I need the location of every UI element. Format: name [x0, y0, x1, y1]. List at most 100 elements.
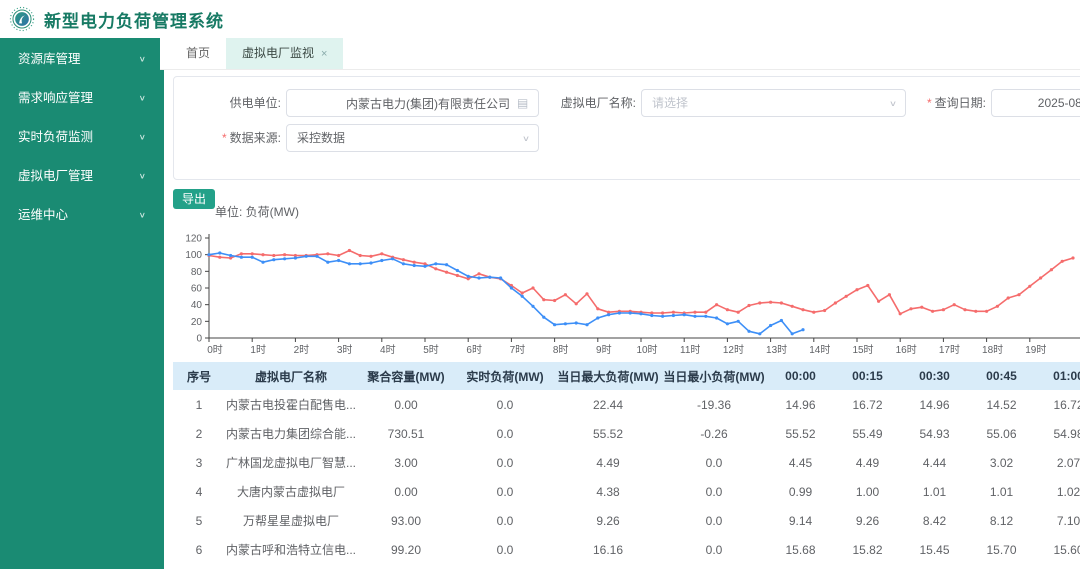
table-cell: 0.0	[496, 455, 514, 470]
org-picker-icon[interactable]: ▤	[517, 96, 531, 110]
sidebar-item[interactable]: 运维中心 ∨	[0, 196, 160, 235]
table-cell: 3	[195, 455, 203, 470]
app-logo-icon	[9, 6, 35, 32]
svg-text:120: 120	[185, 234, 202, 245]
vpp-table: 序号 虚拟电厂名称 聚合容量(MW) 实时负荷(MW) 当日最大负荷(MW) 当日最小负荷…	[173, 362, 1080, 564]
table-cell: 0.00	[394, 484, 418, 499]
export-button[interactable]: 导出	[173, 189, 216, 209]
sidebar-item-label: 运维中心	[18, 208, 69, 222]
table-cell: 广林国龙虚拟电厂智慧...	[225, 456, 356, 470]
table-cell: 8.42	[922, 513, 947, 528]
load-chart-wrap: 0 20 40 60 80 100 120 0时 1时 2时 3时 4时 5时 6时 7时 8时 9时 10时 11…	[173, 222, 1080, 357]
svg-text:12时: 12时	[723, 344, 744, 356]
table-cell: 0.0	[496, 513, 514, 528]
svg-text:0时: 0时	[207, 344, 223, 356]
filter-panel: 供电单位: ▤ 虚拟电厂名称: 请选择 ∨ *查询日期: *数据来源: 采控数据…	[173, 76, 1080, 180]
query-date-label: * 查询日期:	[926, 96, 986, 110]
query-date-box	[991, 89, 1080, 117]
svg-text:1时: 1时	[250, 344, 266, 356]
table-cell: 2.07	[1056, 455, 1080, 470]
tab[interactable]: 首页	[170, 38, 226, 69]
table-cell: 1.02	[1056, 484, 1080, 499]
table-cell: 14.52	[986, 397, 1017, 412]
table-cell: 93.00	[390, 513, 422, 528]
sidebar-item[interactable]: 实时负荷监测 ∨	[0, 118, 160, 157]
table-cell: 7.10	[1056, 513, 1080, 528]
column-header: 00:45	[986, 369, 1017, 383]
table-cell: 4.49	[596, 455, 620, 470]
table-row[interactable]: 1 内蒙古电投霍白配售电... 0.00 0.0 22.44 -19.36 14.96 16.…	[173, 390, 1080, 419]
tab-label: 首页	[186, 46, 211, 60]
required-asterisk: *	[221, 131, 227, 145]
table-cell: 大唐内蒙古虚拟电厂	[236, 485, 345, 499]
table-cell: 4	[195, 484, 203, 499]
table-cell: 1.00	[855, 484, 880, 499]
query-date-input[interactable]	[992, 90, 1080, 116]
table-body: 1 内蒙古电投霍白配售电... 0.00 0.0 22.44 -19.36 14.96 16.…	[173, 390, 1080, 564]
sidebar: 资源库管理 ∨ 需求响应管理 ∨ 实时负荷监测 ∨ 虚拟电厂管理 ∨ 运维中心 ∨	[0, 38, 160, 569]
svg-text:100: 100	[185, 250, 202, 261]
svg-text:2时: 2时	[294, 344, 310, 356]
column-header: 聚合容量(MW)	[367, 369, 445, 384]
svg-text:20: 20	[191, 317, 203, 328]
table-cell: 内蒙古电投霍白配售电...	[225, 398, 356, 412]
tab[interactable]: 虚拟电厂监视 ×	[226, 38, 344, 69]
table-cell: 6	[195, 542, 203, 557]
table-row[interactable]: 6 内蒙古呼和浩特立信电... 99.20 0.0 16.16 0.0 15.68 15.82…	[173, 535, 1080, 564]
sidebar-item[interactable]: 需求响应管理 ∨	[0, 79, 160, 118]
vpp-name-placeholder: 请选择	[652, 96, 689, 110]
table-row[interactable]: 5 万帮星星虚拟电厂 93.00 0.0 9.26 0.0 9.14 9.26 8.42 8.12…	[173, 506, 1080, 535]
table-cell: 0.0	[496, 397, 514, 412]
column-header: 实时负荷(MW)	[466, 369, 544, 384]
table-row[interactable]: 4 大唐内蒙古虚拟电厂 0.00 0.0 4.38 0.0 0.99 1.00 1.01 1.01…	[173, 477, 1080, 506]
table-row[interactable]: 3 广林国龙虚拟电厂智慧... 3.00 0.0 4.49 0.0 4.45 4.49 4.44…	[173, 448, 1080, 477]
app-header: 新型电力负荷管理系统	[0, 0, 1080, 38]
data-source-select[interactable]: 采控数据 ∨	[286, 124, 539, 152]
table-cell: -19.36	[696, 397, 732, 412]
svg-text:14时: 14时	[809, 344, 830, 356]
table-cell: 730.51	[387, 426, 425, 441]
data-source-value: 采控数据	[297, 131, 346, 145]
close-icon[interactable]: ×	[321, 48, 327, 60]
table-cell: 4.44	[922, 455, 947, 470]
table-cell: 3.02	[989, 455, 1014, 470]
sidebar-item[interactable]: 虚拟电厂管理 ∨	[0, 157, 160, 196]
chevron-down-icon: ∨	[138, 172, 146, 181]
svg-text:16时: 16时	[896, 344, 917, 356]
table-cell: -0.26	[700, 426, 728, 441]
column-header: 序号	[186, 369, 211, 384]
table-cell: 0.0	[705, 455, 723, 470]
table-cell: 4.38	[596, 484, 620, 499]
supply-unit-input[interactable]	[287, 90, 538, 116]
chevron-down-icon: ∨	[138, 55, 146, 64]
column-header: 虚拟电厂名称	[254, 369, 327, 384]
table-cell: 1.01	[989, 484, 1014, 499]
table-cell: 54.93	[919, 426, 950, 441]
svg-text:13时: 13时	[766, 344, 787, 356]
chevron-down-icon: ∨	[138, 211, 146, 220]
column-header: 当日最小负荷(MW)	[663, 369, 765, 384]
svg-text:17时: 17时	[939, 344, 960, 356]
column-header: 当日最大负荷(MW)	[557, 369, 659, 384]
vpp-name-label: 虚拟电厂名称:	[560, 96, 636, 110]
table-cell: 0.0	[496, 542, 514, 557]
sidebar-item-label: 实时负荷监测	[18, 130, 94, 144]
vpp-name-select[interactable]: 请选择 ∨	[641, 89, 906, 117]
table-cell: 0.99	[788, 484, 813, 499]
table-cell: 0.0	[705, 513, 723, 528]
table-cell: 3.00	[394, 455, 418, 470]
column-header: 00:30	[919, 369, 950, 383]
table-cell: 16.72	[852, 397, 883, 412]
table-cell: 15.70	[986, 542, 1017, 557]
table-cell: 9.26	[596, 513, 620, 528]
table-cell: 0.0	[705, 542, 723, 557]
table-cell: 5	[195, 513, 203, 528]
table-cell: 55.06	[986, 426, 1017, 441]
svg-text:0: 0	[196, 334, 202, 345]
sidebar-item[interactable]: 资源库管理 ∨	[0, 40, 160, 79]
table-cell: 16.72	[1053, 397, 1080, 412]
table-row[interactable]: 2 内蒙古电力集团综合能... 730.51 0.0 55.52 -0.26 55.52 55…	[173, 419, 1080, 448]
svg-text:9时: 9时	[596, 344, 612, 356]
table-header-row: 序号 虚拟电厂名称 聚合容量(MW) 实时负荷(MW) 当日最大负荷(MW) 当日最小负荷…	[173, 362, 1080, 390]
svg-text:4时: 4时	[380, 344, 396, 356]
